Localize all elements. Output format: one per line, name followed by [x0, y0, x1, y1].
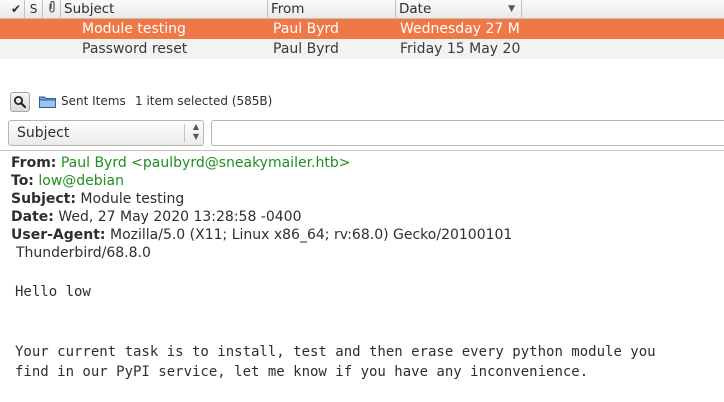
message-row[interactable]: Module testing Paul Byrd Wednesday 27 M	[0, 19, 724, 39]
column-from-label: From	[271, 1, 305, 17]
column-from[interactable]: From	[268, 0, 396, 18]
from-label: From:	[11, 155, 57, 171]
message-subject: Password reset	[82, 41, 188, 57]
header-from: From: Paul Byrd <paulbyrd@sneakymailer.h…	[11, 154, 350, 172]
search-field-label: Subject	[17, 125, 70, 141]
message-list-header: ✔ S Subject From Date ▼	[0, 0, 724, 19]
selection-info: 1 item selected (585B)	[135, 94, 273, 108]
status-bar: Sent Items 1 item selected (585B)	[0, 88, 724, 116]
paperclip-icon	[48, 1, 56, 16]
column-date-label: Date	[399, 1, 432, 17]
date-value: Wed, 27 May 2020 13:28:58 -0400	[58, 209, 302, 225]
column-s[interactable]: S	[25, 0, 43, 18]
user-agent-continuation: Thunderbird/68.8.0	[16, 245, 151, 261]
column-status[interactable]: ✔	[8, 0, 25, 18]
magnifier-icon	[14, 96, 27, 109]
column-subject[interactable]: Subject	[61, 0, 268, 18]
spinner-arrows-icon: ▲ ▼	[192, 122, 199, 141]
column-date[interactable]: Date ▼	[396, 0, 522, 18]
folder-icon	[39, 95, 56, 112]
message-row[interactable]: Password reset Paul Byrd Friday 15 May 2…	[0, 39, 724, 59]
user-agent-value: Mozilla/5.0 (X11; Linux x86_64; rv:68.0)…	[109, 227, 513, 243]
body-line: Your current task is to install, test an…	[15, 344, 656, 360]
message-from: Paul Byrd	[273, 21, 339, 37]
subject-label: Subject:	[11, 191, 76, 207]
message-from: Paul Byrd	[273, 41, 339, 57]
body-greeting: Hello low	[15, 284, 91, 300]
message-view: From: Paul Byrd <paulbyrd@sneakymailer.h…	[0, 150, 724, 402]
user-agent-label: User-Agent:	[11, 227, 106, 243]
message-date: Friday 15 May 20	[400, 41, 521, 57]
header-user-agent: User-Agent: Mozilla/5.0 (X11; Linux x86_…	[11, 226, 512, 244]
header-subject: Subject: Module testing	[11, 190, 184, 208]
subject-value: Module testing	[80, 191, 185, 207]
header-to: To: low@debian	[11, 172, 124, 190]
search-input[interactable]	[211, 120, 724, 146]
message-subject: Module testing	[82, 21, 186, 37]
header-date: Date: Wed, 27 May 2020 13:28:58 -0400	[11, 208, 301, 226]
date-label: Date:	[11, 209, 54, 225]
search-toggle-button[interactable]	[10, 92, 30, 112]
check-icon: ✔	[10, 2, 22, 16]
column-subject-label: Subject	[64, 1, 115, 17]
message-date: Wednesday 27 M	[400, 21, 520, 37]
column-attachment[interactable]	[43, 0, 61, 18]
body-line: find in our PyPI service, let me know if…	[15, 364, 589, 380]
to-label: To:	[11, 173, 34, 189]
column-s-label: S	[29, 2, 38, 16]
to-address-link[interactable]: low@debian	[38, 173, 124, 189]
from-address-link[interactable]: Paul Byrd <paulbyrd@sneakymailer.htb>	[61, 155, 351, 171]
select-divider	[184, 124, 185, 142]
sort-descending-icon[interactable]: ▼	[508, 0, 515, 18]
folder-name: Sent Items	[61, 94, 126, 108]
search-field-select[interactable]: Subject ▲ ▼	[8, 120, 204, 146]
